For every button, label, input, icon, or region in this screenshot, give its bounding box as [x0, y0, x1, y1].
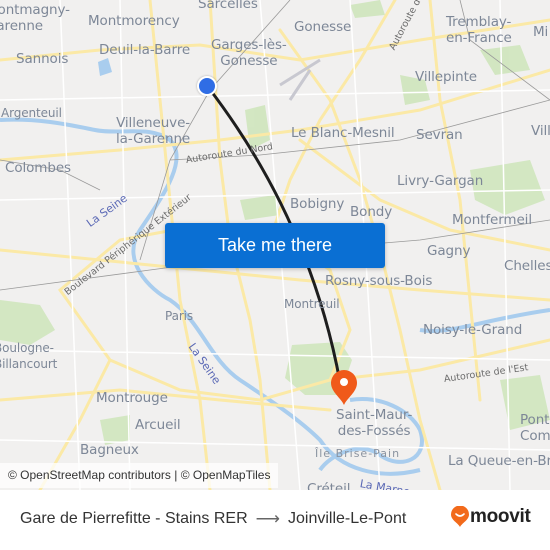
place-label: Montmorency — [88, 13, 180, 29]
place-label: Montrouge — [96, 390, 168, 406]
place-label: Mi — [533, 24, 549, 40]
arrow-right-icon: ⟶ — [255, 509, 281, 528]
place-label: Sarcelles — [198, 0, 258, 12]
place-label: Montreuil — [284, 297, 340, 311]
map-attribution[interactable]: © OpenStreetMap contributors | © OpenMap… — [0, 463, 279, 488]
park — [240, 195, 280, 220]
origin-marker[interactable] — [197, 76, 217, 96]
place-label: Argenteuil — [1, 106, 62, 120]
place-label: Arcueil — [135, 417, 181, 433]
place-label: Île Brise-Pain — [315, 447, 401, 460]
map[interactable]: Montmagny- Garenne Sarcelles Montmorency… — [0, 0, 550, 490]
park — [350, 0, 385, 18]
place-label: Livry-Gargan — [397, 173, 484, 189]
place-label: Bobigny — [290, 196, 345, 212]
place-label: Gagny — [427, 243, 471, 259]
destination-name: Joinville-Le-Pont — [288, 510, 407, 527]
take-me-there-button[interactable]: Take me there — [165, 223, 385, 268]
place-label: Paris — [165, 309, 194, 323]
place-label: Boulogne- Billancourt — [0, 341, 58, 371]
footer: Gare de Pierrefitte - Stains RER ⟶ Joinv… — [0, 490, 550, 550]
park-boulogne — [0, 300, 55, 345]
origin-name: Gare de Pierrefitte - Stains RER — [20, 510, 248, 527]
place-label: Créteil — [307, 481, 351, 490]
moovit-logo[interactable]: moovit — [450, 506, 531, 528]
place-label: Noisy-le-Grand — [423, 322, 523, 338]
place-label: Chelles — [504, 258, 550, 274]
place-label: Rosny-sous-Bois — [325, 273, 433, 289]
road — [428, 0, 482, 402]
place-label: Villepinte — [415, 69, 477, 85]
place-label: Garges-lès- Gonesse — [211, 37, 287, 69]
place-label: Bagneux — [80, 442, 139, 458]
place-label: Sevran — [416, 127, 463, 143]
place-label: Sannois — [16, 51, 69, 67]
place-label: Bondy — [350, 204, 393, 220]
place-label: Tremblay- en-France — [446, 14, 512, 46]
place-label: Saint-Maur- des-Fossés — [336, 407, 413, 439]
route-summary: Gare de Pierrefitte - Stains RER ⟶ Joinv… — [20, 509, 406, 529]
place-label: Gonesse — [294, 19, 352, 35]
place-label: Colombes — [5, 160, 71, 176]
place-label: Montmagny- Garenne — [0, 2, 70, 34]
place-label: Le Blanc-Mesnil — [291, 125, 395, 141]
brand-name: moovit — [470, 506, 531, 527]
destination-pin-icon[interactable] — [330, 370, 358, 406]
lake — [98, 58, 112, 76]
moovit-pin-icon — [451, 506, 469, 527]
park — [480, 45, 530, 75]
place-label: Vill — [531, 123, 550, 139]
place-label: Deuil-la-Barre — [99, 42, 191, 58]
place-label: La Queue-en-Bri — [448, 453, 550, 469]
place-label: Villeneuve- la-Garenne — [116, 115, 191, 147]
place-label: Montfermeil — [452, 212, 532, 228]
park — [100, 415, 130, 445]
place-label: Pont Com — [520, 412, 550, 444]
